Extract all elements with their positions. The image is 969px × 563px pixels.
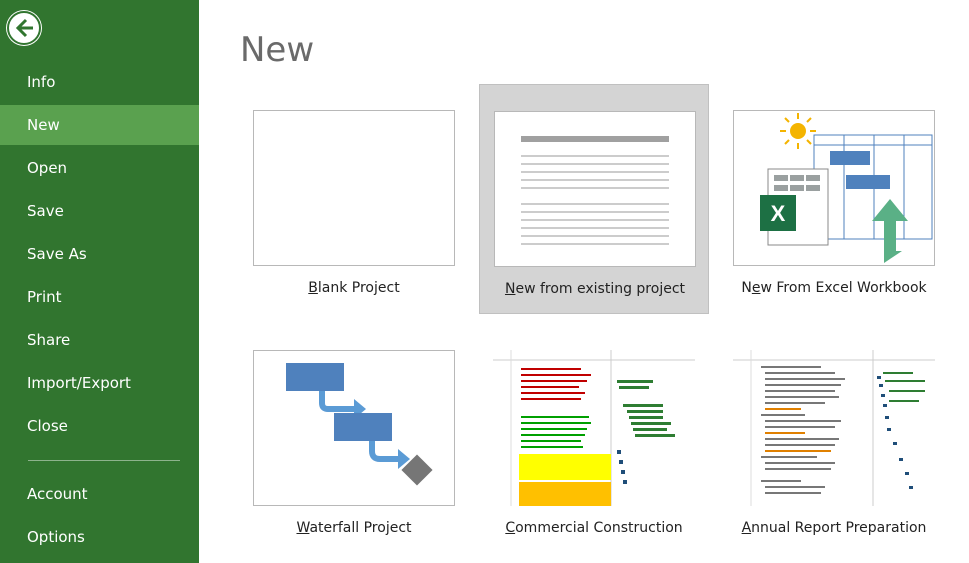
arrow-left-circle-icon: [7, 11, 41, 45]
nav-save[interactable]: Save: [0, 191, 199, 231]
nav-save-as[interactable]: Save As: [0, 234, 199, 274]
template-label: New From Excel Workbook: [741, 280, 927, 296]
template-new-from-existing[interactable]: New from existing project: [479, 84, 709, 314]
sun-icon: [780, 113, 816, 149]
annual-report-thumbnail: [733, 350, 935, 506]
template-new-from-excel[interactable]: X New From Excel Workbook: [719, 84, 949, 314]
nav-account[interactable]: Account: [0, 474, 199, 514]
page-title: New: [240, 30, 315, 70]
nav-info[interactable]: Info: [0, 62, 199, 102]
back-button[interactable]: [6, 10, 42, 46]
nav-new[interactable]: New: [0, 105, 199, 145]
template-label: Commercial Construction: [505, 520, 683, 536]
template-annual-report[interactable]: Annual Report Preparation: [719, 324, 949, 554]
waterfall-thumbnail: [253, 350, 455, 506]
nav-print[interactable]: Print: [0, 277, 199, 317]
existing-project-thumbnail: [494, 111, 696, 267]
template-label: Blank Project: [308, 280, 400, 296]
excel-workbook-thumbnail: X: [733, 110, 935, 266]
template-waterfall-project[interactable]: Waterfall Project: [239, 324, 469, 554]
nav-share[interactable]: Share: [0, 320, 199, 360]
sidebar-divider: [28, 460, 180, 461]
template-commercial-construction[interactable]: Commercial Construction: [479, 324, 709, 554]
commercial-construction-thumbnail: [493, 350, 695, 506]
nav-options[interactable]: Options: [0, 517, 199, 557]
template-label: Waterfall Project: [296, 520, 412, 536]
nav-open[interactable]: Open: [0, 148, 199, 188]
template-label: Annual Report Preparation: [741, 520, 927, 536]
backstage-sidebar: Info New Open Save Save As Print Share I…: [0, 0, 199, 563]
svg-text:X: X: [771, 201, 786, 226]
template-label: New from existing project: [504, 281, 686, 297]
nav-close[interactable]: Close: [0, 406, 199, 446]
nav-import-export[interactable]: Import/Export: [0, 363, 199, 403]
blank-project-thumbnail: [253, 110, 455, 266]
template-blank-project[interactable]: Blank Project: [239, 84, 469, 314]
